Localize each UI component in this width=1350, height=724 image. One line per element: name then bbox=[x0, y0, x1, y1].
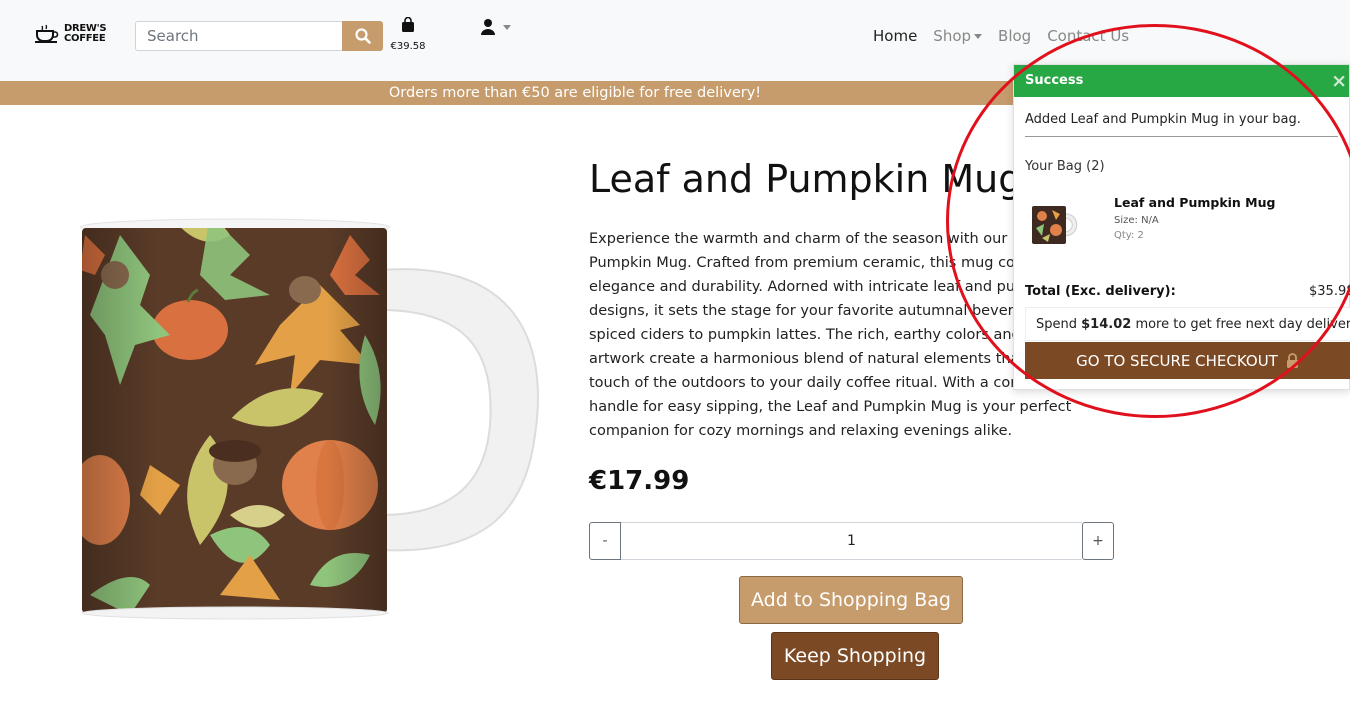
bag-summary-title: Your Bag (2) bbox=[1025, 159, 1105, 174]
bag-total-label: Total (Exc. delivery): bbox=[1025, 284, 1176, 299]
search-button[interactable] bbox=[342, 21, 383, 51]
spend-prefix: Spend bbox=[1036, 317, 1082, 332]
lock-icon bbox=[1286, 353, 1298, 368]
main-nav: Home Shop Blog Contact Us bbox=[873, 27, 1129, 45]
toast-title: Success bbox=[1025, 73, 1084, 88]
site-logo[interactable]: DREW'S COFFEE bbox=[34, 24, 107, 44]
spend-amount: $14.02 bbox=[1081, 317, 1132, 332]
increment-button[interactable]: + bbox=[1082, 522, 1114, 560]
nav-home[interactable]: Home bbox=[873, 27, 917, 45]
bag-item-qty: Qty: 2 bbox=[1114, 230, 1144, 241]
product-title: Leaf and Pumpkin Mug bbox=[589, 157, 1023, 201]
user-icon bbox=[481, 19, 495, 35]
quantity-input[interactable] bbox=[621, 522, 1082, 560]
nav-contact[interactable]: Contact Us bbox=[1047, 27, 1129, 45]
chevron-down-icon bbox=[503, 24, 511, 30]
product-image bbox=[80, 218, 539, 620]
search-input[interactable] bbox=[135, 21, 342, 51]
bag-item-size: Size: N/A bbox=[1114, 215, 1159, 226]
close-icon[interactable]: × bbox=[1331, 65, 1347, 97]
free-delivery-notice: Spend $14.02 more to get free next day d… bbox=[1025, 307, 1350, 341]
toast-message: Added Leaf and Pumpkin Mug in your bag. bbox=[1025, 112, 1301, 127]
chevron-down-icon bbox=[974, 34, 983, 39]
bag-item: Leaf and Pumpkin Mug Size: N/A Qty: 2 bbox=[1014, 190, 1349, 260]
bag-total: €39.58 bbox=[390, 41, 426, 52]
search-form bbox=[135, 21, 383, 51]
quantity-stepper: - + bbox=[589, 522, 1114, 560]
add-to-bag-button[interactable]: Add to Shopping Bag bbox=[739, 576, 963, 624]
bag-item-name: Leaf and Pumpkin Mug bbox=[1114, 195, 1276, 210]
toast-header: Success × bbox=[1014, 65, 1349, 97]
decrement-button[interactable]: - bbox=[589, 522, 621, 560]
product-price: €17.99 bbox=[589, 466, 690, 496]
account-dropdown[interactable] bbox=[480, 18, 511, 36]
logo-line-2: COFFEE bbox=[64, 33, 106, 44]
success-toast: Success × Added Leaf and Pumpkin Mug in … bbox=[1013, 64, 1350, 390]
shopping-bag-icon bbox=[402, 16, 414, 32]
keep-shopping-button[interactable]: Keep Shopping bbox=[771, 632, 939, 680]
secure-checkout-button[interactable]: GO TO SECURE CHECKOUT bbox=[1025, 342, 1350, 379]
checkout-label: GO TO SECURE CHECKOUT bbox=[1076, 351, 1278, 370]
bag-item-thumbnail bbox=[1032, 206, 1078, 244]
nav-shop-label: Shop bbox=[933, 27, 972, 45]
search-icon bbox=[354, 28, 371, 44]
bag-total-value: $35.98 bbox=[1309, 284, 1350, 299]
nav-blog[interactable]: Blog bbox=[998, 27, 1031, 45]
shopping-bag-link[interactable]: €39.58 bbox=[390, 16, 426, 52]
spend-suffix: more to get free next day delivery! bbox=[1131, 317, 1350, 332]
coffee-cup-icon bbox=[35, 24, 59, 43]
nav-shop[interactable]: Shop bbox=[933, 27, 983, 45]
